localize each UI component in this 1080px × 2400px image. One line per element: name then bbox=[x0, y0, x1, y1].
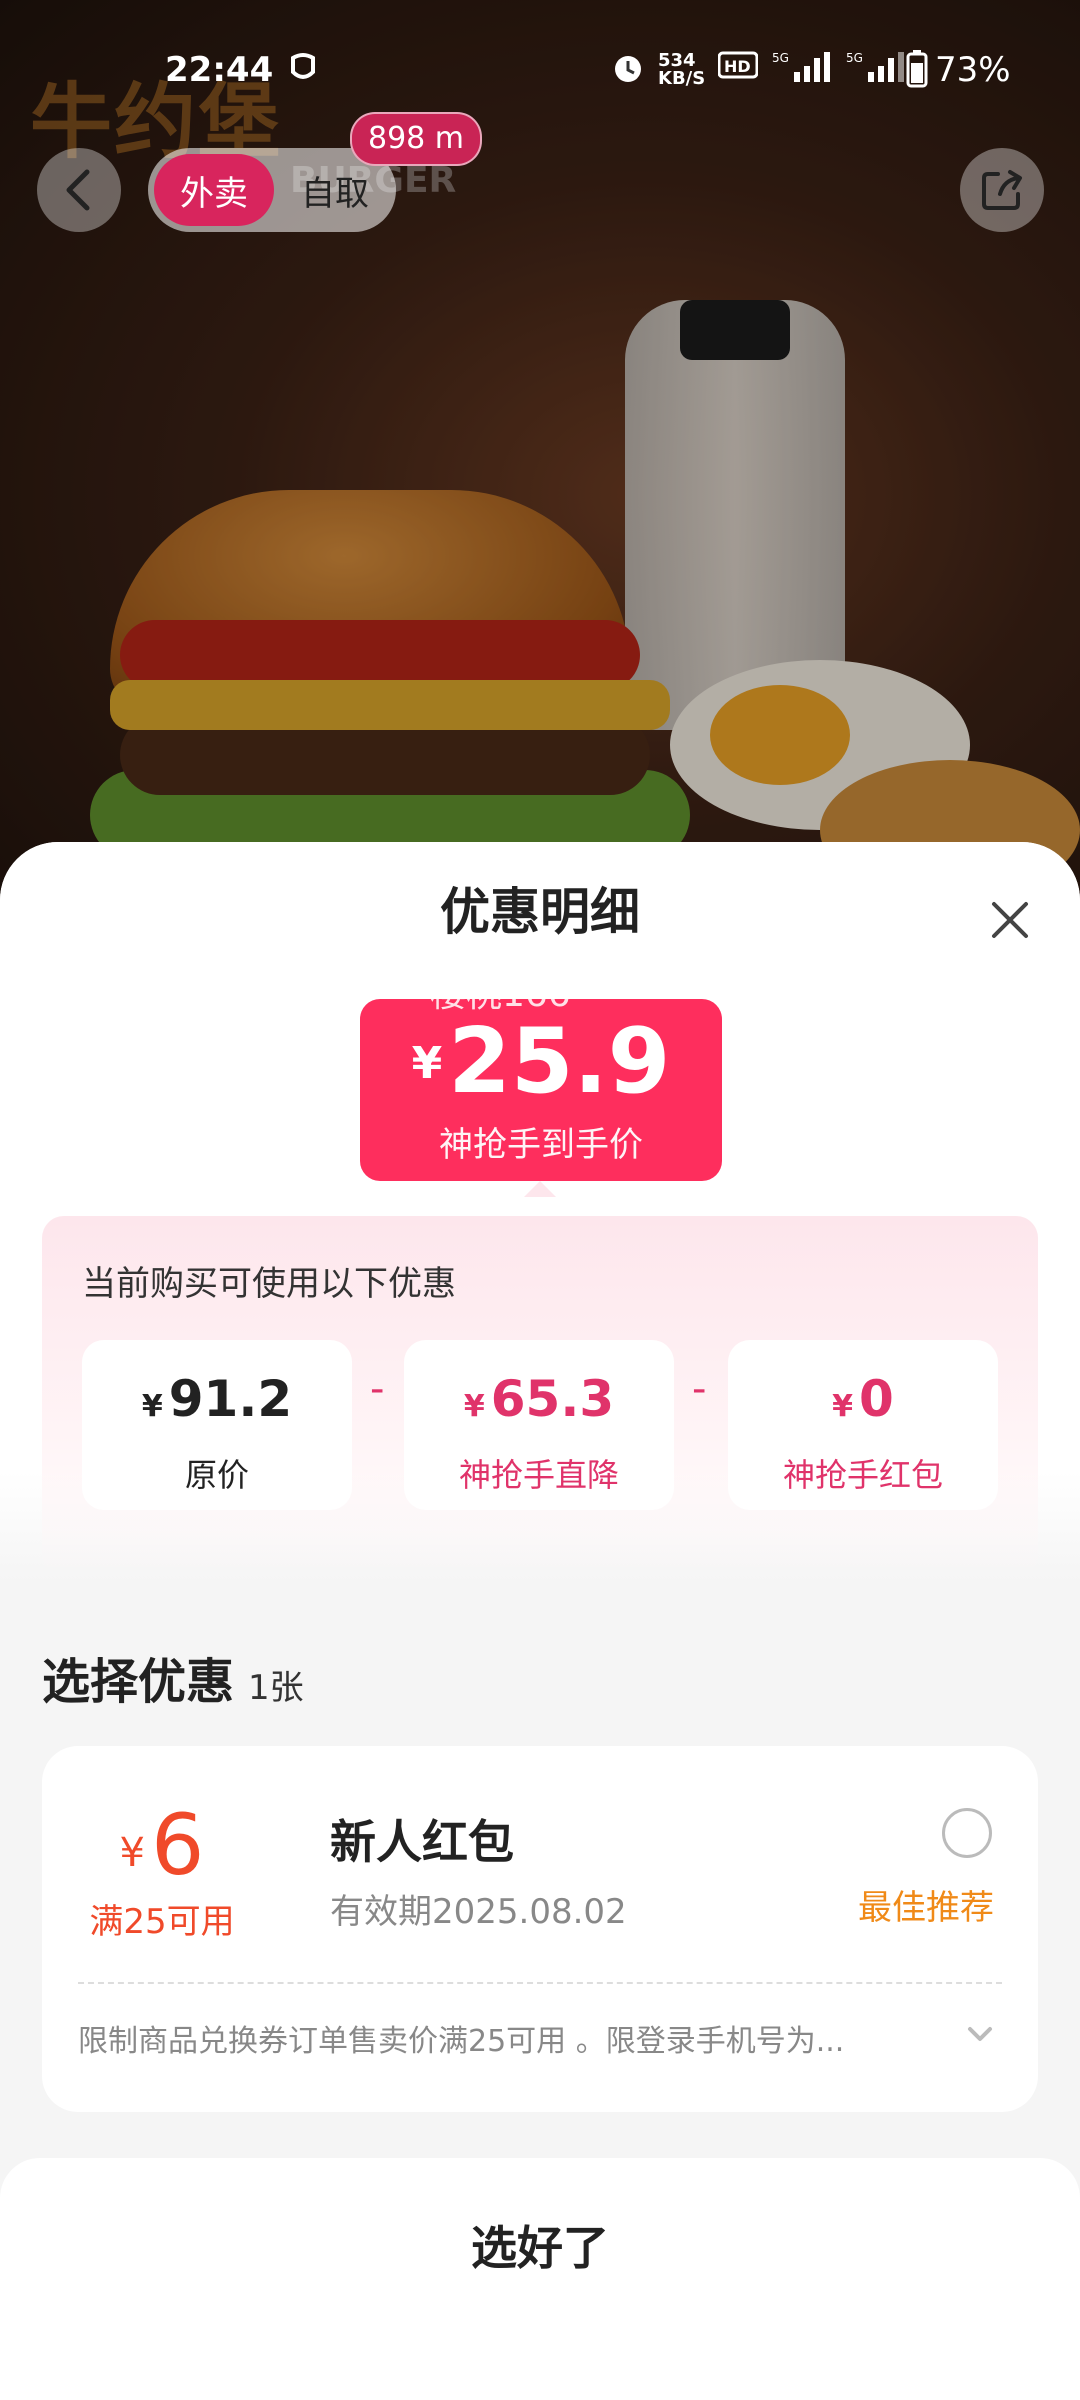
svg-text:5G: 5G bbox=[772, 51, 789, 65]
signal-5g-icon: 5G bbox=[772, 50, 832, 93]
alarm-icon bbox=[610, 50, 646, 93]
bottom-action-bar: 选好了 bbox=[0, 2158, 1080, 2400]
hd-icon: HD bbox=[717, 50, 759, 87]
distance-badge: 898 m bbox=[350, 112, 483, 166]
final-price-value: 25.9 bbox=[448, 1009, 671, 1114]
promo-amount: 0 bbox=[859, 1370, 894, 1428]
promo-label: 神抢手直降 bbox=[458, 1456, 619, 1494]
discount-detail-sheet: 优惠明细 ¥25.9 神抢手到手价 樱桃166 当前购买可使用以下优惠 ¥91.… bbox=[0, 842, 1080, 2400]
watermark-text: 樱桃166 bbox=[430, 974, 571, 1015]
share-button[interactable] bbox=[960, 148, 1044, 232]
status-time: 22:44 bbox=[165, 50, 274, 90]
expand-description-button[interactable] bbox=[962, 2016, 998, 2052]
chevron-down-icon bbox=[968, 2027, 992, 2041]
currency-symbol: ¥ bbox=[119, 1830, 145, 1876]
chevron-left-icon bbox=[66, 169, 90, 211]
promo-breakdown-panel: 当前购买可使用以下优惠 ¥91.2 原价 - ¥65.3 神抢手直降 - ¥0 … bbox=[42, 1216, 1038, 1576]
tab-pickup[interactable]: 自取 bbox=[274, 166, 396, 215]
best-recommend-tag: 最佳推荐 bbox=[858, 1888, 994, 1928]
select-discount-title: 选择优惠 bbox=[42, 1654, 235, 1710]
coupon-condition: 满25可用 bbox=[89, 1902, 235, 1942]
coupon-name: 新人红包 bbox=[330, 1815, 514, 1869]
promo-label: 神抢手红包 bbox=[782, 1456, 943, 1494]
promo-item-original: ¥91.2 原价 bbox=[82, 1340, 352, 1510]
tab-delivery[interactable]: 外卖 bbox=[154, 154, 274, 226]
currency-symbol: ¥ bbox=[832, 1389, 854, 1424]
promo-value: ¥91.2 bbox=[82, 1370, 352, 1428]
currency-symbol: ¥ bbox=[411, 1038, 443, 1089]
coupon-divider bbox=[78, 1982, 1002, 1984]
coupon-expiry: 有效期2025.08.02 bbox=[330, 1892, 627, 1932]
svg-text:5G: 5G bbox=[846, 51, 863, 65]
confirm-button[interactable]: 选好了 bbox=[0, 2198, 1080, 2298]
svg-text:HD: HD bbox=[724, 57, 751, 76]
close-button[interactable] bbox=[980, 890, 1040, 950]
coupon-value: ¥6 bbox=[42, 1796, 282, 1894]
promo-value: ¥0 bbox=[728, 1370, 998, 1428]
share-icon bbox=[982, 170, 1022, 210]
net-speed: 534 KB/S bbox=[658, 50, 706, 89]
sheet-title: 优惠明细 bbox=[440, 883, 640, 941]
currency-symbol: ¥ bbox=[463, 1389, 485, 1424]
status-bar: 22:44 534 KB/S HD 5G 5G 73% bbox=[0, 0, 1080, 140]
price-pointer bbox=[524, 1181, 556, 1197]
final-price-box: ¥25.9 神抢手到手价 bbox=[360, 999, 722, 1181]
promo-header: 当前购买可使用以下优惠 bbox=[82, 1264, 456, 1304]
back-button[interactable] bbox=[37, 148, 121, 232]
promo-item-direct-discount: ¥65.3 神抢手直降 bbox=[404, 1340, 674, 1510]
coupon-card[interactable]: ¥6 满25可用 新人红包 有效期2025.08.02 最佳推荐 限制商品兑换券… bbox=[42, 1746, 1038, 2112]
final-price: ¥25.9 bbox=[360, 1009, 722, 1114]
promo-amount: 65.3 bbox=[490, 1370, 615, 1428]
minus-sign: - bbox=[370, 1366, 385, 1412]
notification-icon bbox=[288, 50, 318, 91]
promo-amount: 91.2 bbox=[168, 1370, 293, 1428]
minus-sign: - bbox=[692, 1366, 707, 1412]
coupon-select-radio[interactable] bbox=[942, 1808, 992, 1858]
battery-percent: 73% bbox=[935, 50, 1011, 90]
coupon-count: 1张 bbox=[248, 1668, 304, 1708]
promo-item-red-packet: ¥0 神抢手红包 bbox=[728, 1340, 998, 1510]
coupon-description: 限制商品兑换券订单售卖价满25可用 。限登录手机号为... bbox=[78, 2024, 845, 2059]
close-icon bbox=[992, 902, 1028, 938]
promo-label: 原价 bbox=[184, 1456, 249, 1494]
coupon-amount: 6 bbox=[151, 1796, 205, 1894]
currency-symbol: ¥ bbox=[141, 1389, 163, 1424]
promo-value: ¥65.3 bbox=[404, 1370, 674, 1428]
final-price-label: 神抢手到手价 bbox=[439, 1125, 643, 1165]
signal-5g-icon-2: 5G bbox=[846, 50, 906, 93]
battery-icon bbox=[906, 50, 928, 95]
